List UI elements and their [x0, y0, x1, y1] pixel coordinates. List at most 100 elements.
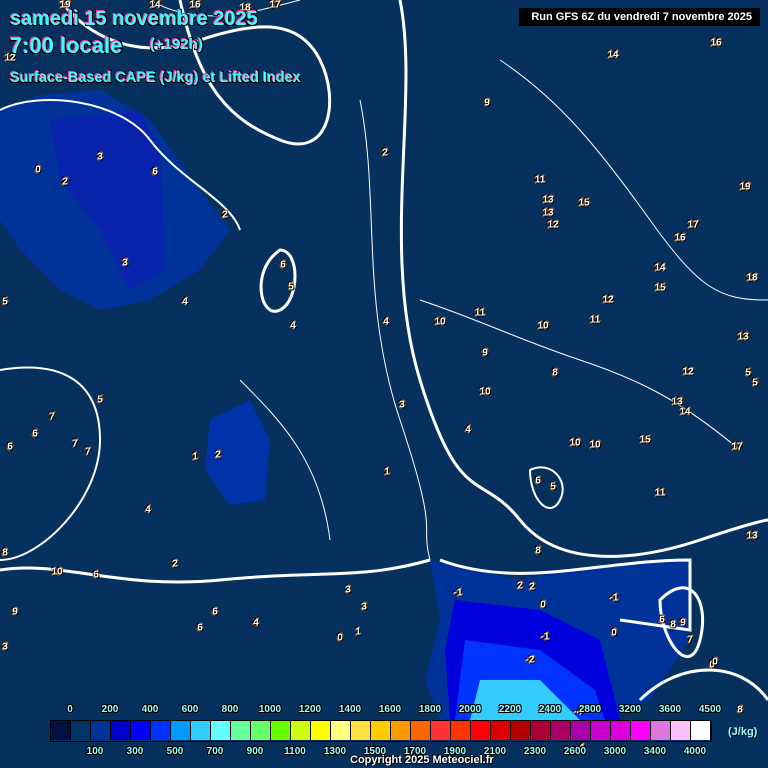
legend-swatch	[471, 721, 491, 740]
lifted-index-label: 3	[399, 399, 405, 411]
lifted-index-label: 6	[535, 475, 541, 487]
lifted-index-label: 2	[382, 147, 388, 159]
lifted-index-label: 2	[62, 176, 68, 188]
lifted-index-label: 3	[361, 601, 367, 613]
legend-swatch	[391, 721, 411, 740]
lifted-index-label: 7	[72, 438, 78, 450]
lifted-index-label: 17	[687, 219, 699, 231]
legend-top-label: 1800	[418, 704, 442, 715]
lifted-index-label: 5	[97, 394, 103, 406]
legend-swatch	[691, 721, 711, 740]
legend-bottom-label: 300	[126, 746, 144, 757]
lifted-index-label: 8	[2, 547, 8, 559]
legend-swatch	[491, 721, 511, 740]
legend-bottom-label: 4000	[683, 746, 707, 757]
lifted-index-label: 5	[2, 296, 8, 308]
legend-swatch	[111, 721, 131, 740]
lifted-index-label: 6	[93, 569, 99, 581]
lifted-index-label: 12	[602, 294, 614, 306]
lifted-index-label: 6	[280, 259, 286, 271]
lifted-index-label: 3	[122, 257, 128, 269]
lifted-index-label: 14	[607, 49, 619, 61]
lifted-index-label: 10	[434, 316, 446, 328]
lifted-index-label: 9	[482, 347, 488, 359]
legend-swatch	[171, 721, 191, 740]
lifted-index-label: 0	[35, 164, 41, 176]
legend-swatch	[551, 721, 571, 740]
lifted-index-label: 4	[253, 617, 259, 629]
legend-top-label: 3200	[618, 704, 642, 715]
lifted-index-label: 9	[12, 606, 18, 618]
lifted-index-label: 19	[739, 181, 751, 193]
legend-top-label: 600	[181, 704, 199, 715]
lifted-index-label: 2	[172, 558, 178, 570]
lifted-index-label: 11	[589, 314, 601, 326]
legend-swatch	[291, 721, 311, 740]
legend-swatch	[591, 721, 611, 740]
forecast-time: 7:00 locale	[10, 33, 123, 58]
lifted-index-label: 3	[345, 584, 351, 596]
legend-unit: (J/kg)	[728, 726, 758, 738]
copyright: Copyright 2025 Meteociel.fr	[350, 754, 494, 766]
lifted-index-label: 5	[752, 377, 758, 389]
map-canvas	[0, 0, 768, 720]
lifted-index-label: 11	[654, 487, 666, 499]
legend-swatch	[431, 721, 451, 740]
lifted-index-label: 7	[687, 634, 693, 646]
lifted-index-label: 4	[145, 504, 151, 516]
legend-bottom-label: 500	[166, 746, 184, 757]
lifted-index-label: 6	[659, 614, 665, 626]
weather-map: 19 14 16 18 17 12 9 14 16 0 2 3 6 2 3 6 5 4 4 5 2 11 13 13 12 15 1…	[0, 0, 768, 768]
lifted-index-label: -1	[540, 631, 550, 643]
lifted-index-label: 0	[337, 632, 343, 644]
legend-bottom-label: 700	[206, 746, 224, 757]
legend-bottom-label: 1100	[284, 746, 306, 757]
lifted-index-label: 5	[745, 367, 751, 379]
legend-top-label: 1400	[338, 704, 362, 715]
legend-bottom-label: 3400	[643, 746, 667, 757]
lifted-index-label: 8	[535, 545, 541, 557]
legend-swatch	[351, 721, 371, 740]
legend-top-label: 800	[221, 704, 239, 715]
legend-swatch	[611, 721, 631, 740]
lifted-index-label: 11	[534, 174, 546, 186]
lifted-index-label: 5	[550, 481, 556, 493]
legend-bottom-label: 2300	[523, 746, 547, 757]
color-legend	[50, 720, 712, 742]
legend-swatch	[71, 721, 91, 740]
legend-bottom-label: 900	[246, 746, 264, 757]
legend-bottom-label: 3000	[603, 746, 627, 757]
legend-bottom-label: 100	[86, 746, 104, 757]
legend-top-label: 1600	[378, 704, 402, 715]
legend-bottom-label: 2600	[563, 746, 587, 757]
lifted-index-label: 16	[674, 232, 686, 244]
lifted-index-label: 17	[731, 441, 743, 453]
lifted-index-label: 11	[474, 307, 486, 319]
lifted-index-label: 2	[215, 449, 221, 461]
lifted-index-label: 6	[212, 606, 218, 618]
legend-top-label: 2400	[538, 704, 562, 715]
lifted-index-label: 16	[710, 37, 722, 49]
legend-swatch	[451, 721, 471, 740]
lifted-index-label: -1	[609, 592, 619, 604]
lifted-index-label: 13	[542, 207, 554, 219]
lifted-index-label: 2	[529, 581, 535, 593]
legend-top-label: 2000	[458, 704, 482, 715]
lifted-index-label: 2	[517, 580, 523, 592]
lifted-index-label: 14	[679, 406, 691, 418]
legend-swatch	[631, 721, 651, 740]
lifted-index-label: 6	[197, 622, 203, 634]
lifted-index-label: 12	[547, 219, 559, 231]
lifted-index-label: 10	[589, 439, 601, 451]
lifted-index-label: 13	[542, 194, 554, 206]
lifted-index-label: 18	[746, 272, 758, 284]
parameter-title: Surface-Based CAPE (J/kg) et Lifted Inde…	[10, 70, 301, 86]
lifted-index-label: 15	[639, 434, 651, 446]
lifted-index-label: 4	[290, 320, 296, 332]
legend-swatch	[91, 721, 111, 740]
legend-top-label: 4500	[698, 704, 722, 715]
legend-swatch	[531, 721, 551, 740]
legend-top-label: 1000	[258, 704, 282, 715]
lifted-index-label: 10	[569, 437, 581, 449]
legend-swatch	[151, 721, 171, 740]
